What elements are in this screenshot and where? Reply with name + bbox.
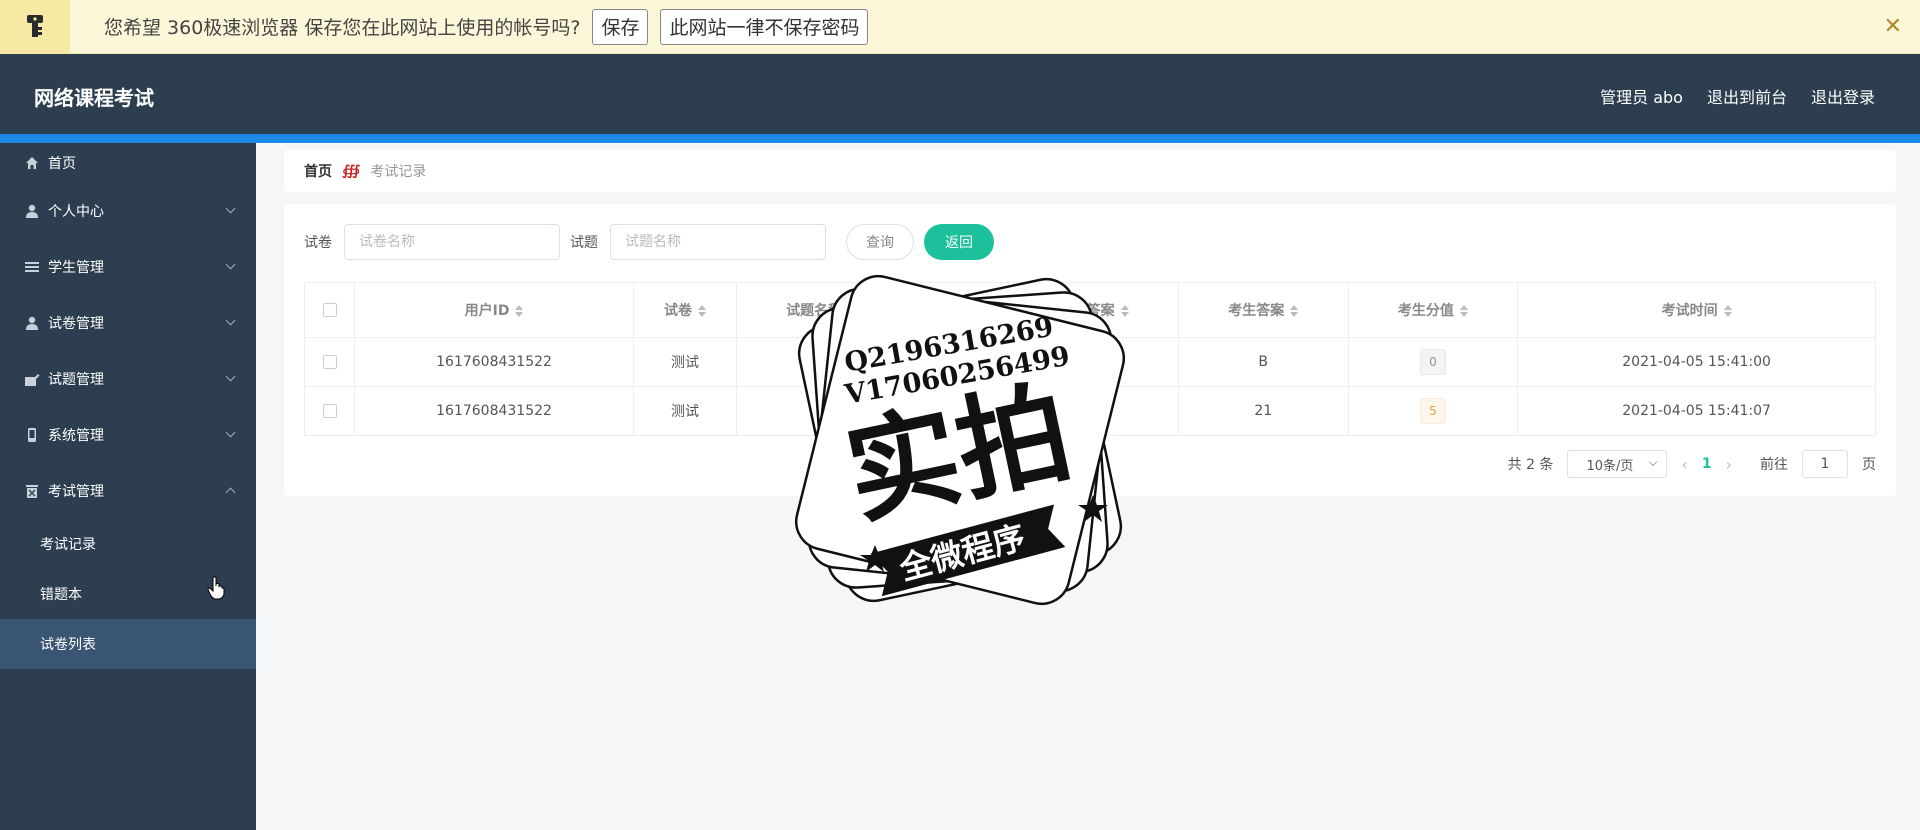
sidebar-item-label: 首页 — [48, 156, 76, 172]
column-header[interactable]: 用户ID — [353, 282, 635, 338]
chevron-down-icon — [225, 427, 236, 438]
column-header-label: 试卷 — [663, 303, 692, 319]
user-icon — [26, 204, 38, 218]
sidebar-subitem-label: 试卷列表 — [40, 637, 96, 653]
save-password-button[interactable]: 保存 — [592, 8, 649, 45]
sidebar-subitem-label: 考试记录 — [40, 537, 96, 553]
row-checkbox[interactable] — [322, 355, 337, 369]
column-header[interactable]: 试卷 — [633, 282, 737, 338]
cell-student-answer: B — [1177, 337, 1349, 387]
sidebar-item-label: 系统管理 — [48, 428, 104, 444]
chevron-down-icon — [225, 203, 236, 214]
cell-student-score: 0 — [1347, 337, 1519, 387]
sidebar-item-label: 学生管理 — [48, 260, 104, 276]
breadcrumb-home[interactable]: 首页 — [304, 161, 332, 181]
cell-exam-time: 2021-04-05 15:41:00 — [1517, 337, 1876, 387]
page-suffix: 页 — [1862, 457, 1876, 473]
cell-student-answer: 21 — [1177, 386, 1349, 436]
pagination: 共 2 条 10条/页 ‹ 1 › 前往 1 页 — [1508, 450, 1876, 478]
paper-search-input[interactable] — [344, 224, 560, 260]
app-title: 网络课程考试 — [34, 86, 154, 110]
sidebar-subitem-paper-list[interactable]: 试卷列表 — [0, 619, 256, 669]
sidebar-item-label: 试卷管理 — [48, 316, 104, 332]
sidebar-item-label: 试题管理 — [48, 372, 104, 388]
sort-icon[interactable] — [1290, 305, 1299, 317]
row-select-cell — [304, 386, 355, 436]
cell-exam-time: 2021-04-05 15:41:07 — [1517, 386, 1876, 436]
column-header-label: 考生答案 — [1228, 303, 1285, 319]
cell-user-id: 1617608431522 — [353, 386, 635, 436]
column-header-label: 考生分值 — [1397, 303, 1454, 319]
sidebar-item-system[interactable]: 系统管理 — [0, 407, 256, 463]
sidebar-item-papers[interactable]: 试卷管理 — [0, 295, 256, 351]
row-checkbox[interactable] — [322, 404, 337, 418]
cell-user-id: 1617608431522 — [353, 337, 635, 387]
sidebar: 首页 个人中心 学生管理 试卷管理 试题管理 系统管理 考试管理 考试记录 错题… — [0, 143, 256, 830]
next-page-icon[interactable]: › — [1726, 455, 1732, 474]
app-header: 网络课程考试 管理员 abo 退出到前台 退出登录 — [0, 54, 1920, 134]
column-header-label: 考试时间 — [1661, 303, 1718, 319]
exit-to-front-link[interactable]: 退出到前台 — [1707, 84, 1787, 108]
row-select-cell — [304, 337, 355, 387]
save-password-message: 您希望 360极速浏览器 保存您在此网站上使用的帐号吗? — [104, 17, 581, 39]
chevron-up-icon — [225, 487, 236, 498]
question-search-label: 试题 — [570, 235, 598, 251]
sidebar-item-questions[interactable]: 试题管理 — [0, 351, 256, 407]
home-icon — [26, 157, 38, 169]
close-icon[interactable]: ✕ — [1884, 14, 1902, 39]
hand-cursor-icon — [207, 576, 225, 604]
cell-paper: 测试 — [633, 337, 737, 387]
sidebar-item-label: 考试管理 — [48, 484, 104, 500]
chevron-down-icon — [225, 259, 236, 270]
sidebar-subitem-exam-records[interactable]: 考试记录 — [0, 519, 256, 569]
sort-icon[interactable] — [515, 305, 524, 317]
chevron-down-icon — [225, 371, 236, 382]
admin-label: 管理员 abo — [1600, 88, 1683, 107]
column-header[interactable]: 考生答案 — [1177, 282, 1349, 338]
sort-icon[interactable] — [697, 305, 706, 317]
breadcrumb-separator-icon: ∰ — [342, 163, 361, 179]
header-divider — [0, 134, 1920, 143]
cell-paper: 测试 — [633, 386, 737, 436]
sidebar-item-exams[interactable]: 考试管理 — [0, 463, 256, 519]
column-header-label: 用户ID — [464, 303, 510, 319]
user-icon — [26, 316, 38, 330]
paper-search-label: 试卷 — [304, 235, 332, 251]
sidebar-item-students[interactable]: 学生管理 — [0, 239, 256, 295]
page-number-current[interactable]: 1 — [1702, 456, 1712, 472]
cell-student-score: 5 — [1347, 386, 1519, 436]
page-size-select[interactable]: 10条/页 — [1567, 450, 1668, 478]
never-save-password-button[interactable]: 此网站一律不保存密码 — [660, 8, 869, 45]
watermark-stamp: Q2196316269 V17060256499 实拍 全微程序 — [760, 240, 1160, 644]
password-save-bar: 您希望 360极速浏览器 保存您在此网站上使用的帐号吗? 保存 此网站一律不保存… — [0, 0, 1920, 54]
column-header[interactable]: 考生分值 — [1347, 282, 1519, 338]
prev-page-icon[interactable]: ‹ — [1681, 455, 1687, 474]
logout-link[interactable]: 退出登录 — [1811, 84, 1875, 108]
select-all-checkbox[interactable] — [322, 303, 337, 317]
sidebar-subitem-label: 错题本 — [40, 587, 82, 603]
edit-icon — [25, 374, 40, 386]
trash-icon — [26, 485, 38, 498]
sidebar-item-profile[interactable]: 个人中心 — [0, 183, 256, 239]
sidebar-item-label: 个人中心 — [48, 204, 104, 220]
sidebar-item-home[interactable]: 首页 — [0, 143, 256, 183]
column-header[interactable]: 考试时间 — [1517, 282, 1876, 338]
key-icon — [0, 0, 70, 54]
pagination-total: 共 2 条 — [1507, 457, 1554, 473]
score-badge: 5 — [1419, 398, 1446, 424]
chevron-down-icon — [225, 315, 236, 326]
list-icon — [25, 262, 39, 272]
sort-icon[interactable] — [1459, 305, 1468, 317]
goto-page-input[interactable]: 1 — [1802, 450, 1848, 478]
select-all-cell — [304, 282, 355, 338]
breadcrumb-current: 考试记录 — [370, 164, 427, 180]
mobile-icon — [28, 428, 36, 442]
breadcrumb: 首页 ∰ 考试记录 — [284, 150, 1896, 192]
score-badge: 0 — [1419, 349, 1446, 375]
sort-icon[interactable] — [1723, 305, 1732, 317]
goto-label: 前往 — [1760, 457, 1788, 473]
